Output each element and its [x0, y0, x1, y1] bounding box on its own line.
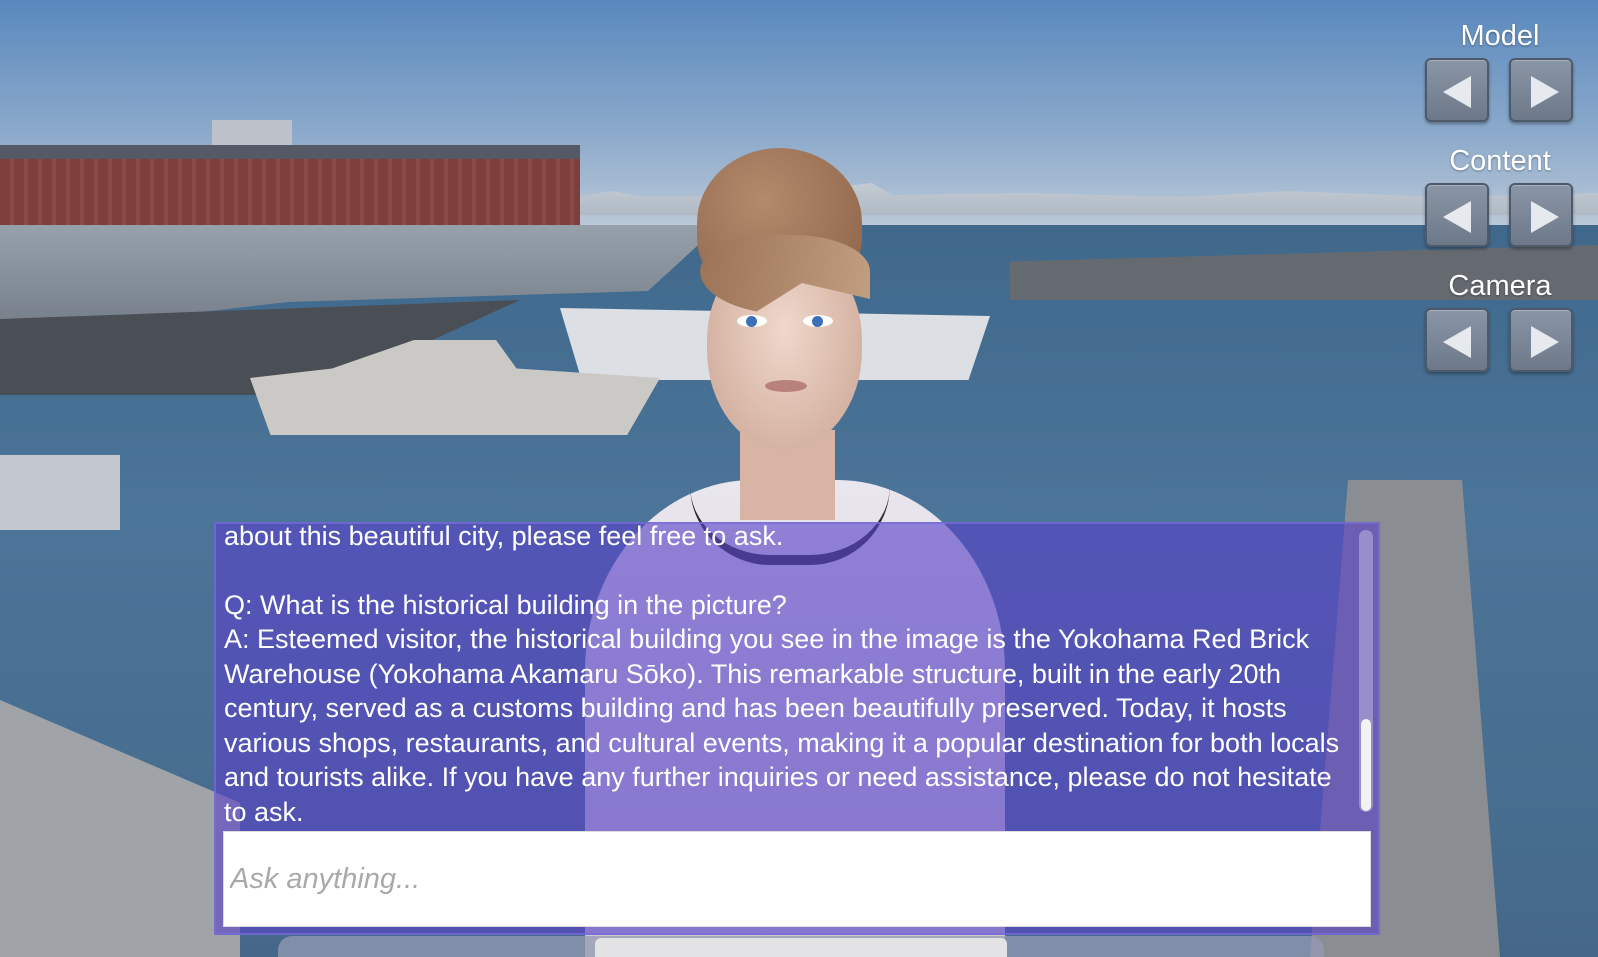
chat-question: Q: What is the historical building in th…: [224, 589, 787, 620]
content-label: Content: [1449, 145, 1551, 177]
triangle-left-icon: [1443, 201, 1471, 233]
control-panel: Model Content Camera: [1420, 18, 1580, 393]
model-next-button[interactable]: [1509, 58, 1573, 122]
chat-scrollbar-thumb[interactable]: [1361, 719, 1371, 811]
camera-label: Camera: [1448, 270, 1552, 302]
chat-answer: A: Esteemed visitor, the historical buil…: [224, 624, 1340, 827]
model-control: Model: [1420, 18, 1580, 143]
triangle-right-icon: [1531, 76, 1559, 108]
content-control: Content: [1420, 143, 1580, 268]
content-next-button[interactable]: [1509, 183, 1573, 247]
chat-spacer: [224, 554, 1356, 588]
model-label: Model: [1460, 20, 1540, 52]
avatar-lips: [765, 380, 807, 392]
camera-prev-button[interactable]: [1425, 308, 1489, 372]
chat-line-cut: about this beautiful city, please feel f…: [224, 524, 784, 551]
chat-log[interactable]: about this beautiful city, please feel f…: [216, 524, 1356, 829]
camera-next-button[interactable]: [1509, 308, 1573, 372]
chat-panel: about this beautiful city, please feel f…: [214, 522, 1380, 935]
triangle-right-icon: [1531, 201, 1559, 233]
triangle-left-icon: [1443, 76, 1471, 108]
ask-input[interactable]: [223, 831, 1371, 927]
camera-control: Camera: [1420, 268, 1580, 393]
triangle-left-icon: [1443, 326, 1471, 358]
chat-log-content: about this beautiful city, please feel f…: [224, 524, 1356, 829]
triangle-right-icon: [1531, 326, 1559, 358]
avatar-left-eye: [737, 315, 767, 327]
avatar-right-eye: [803, 315, 833, 327]
bottom-drawer-handle[interactable]: [595, 938, 1007, 957]
content-prev-button[interactable]: [1425, 183, 1489, 247]
model-prev-button[interactable]: [1425, 58, 1489, 122]
